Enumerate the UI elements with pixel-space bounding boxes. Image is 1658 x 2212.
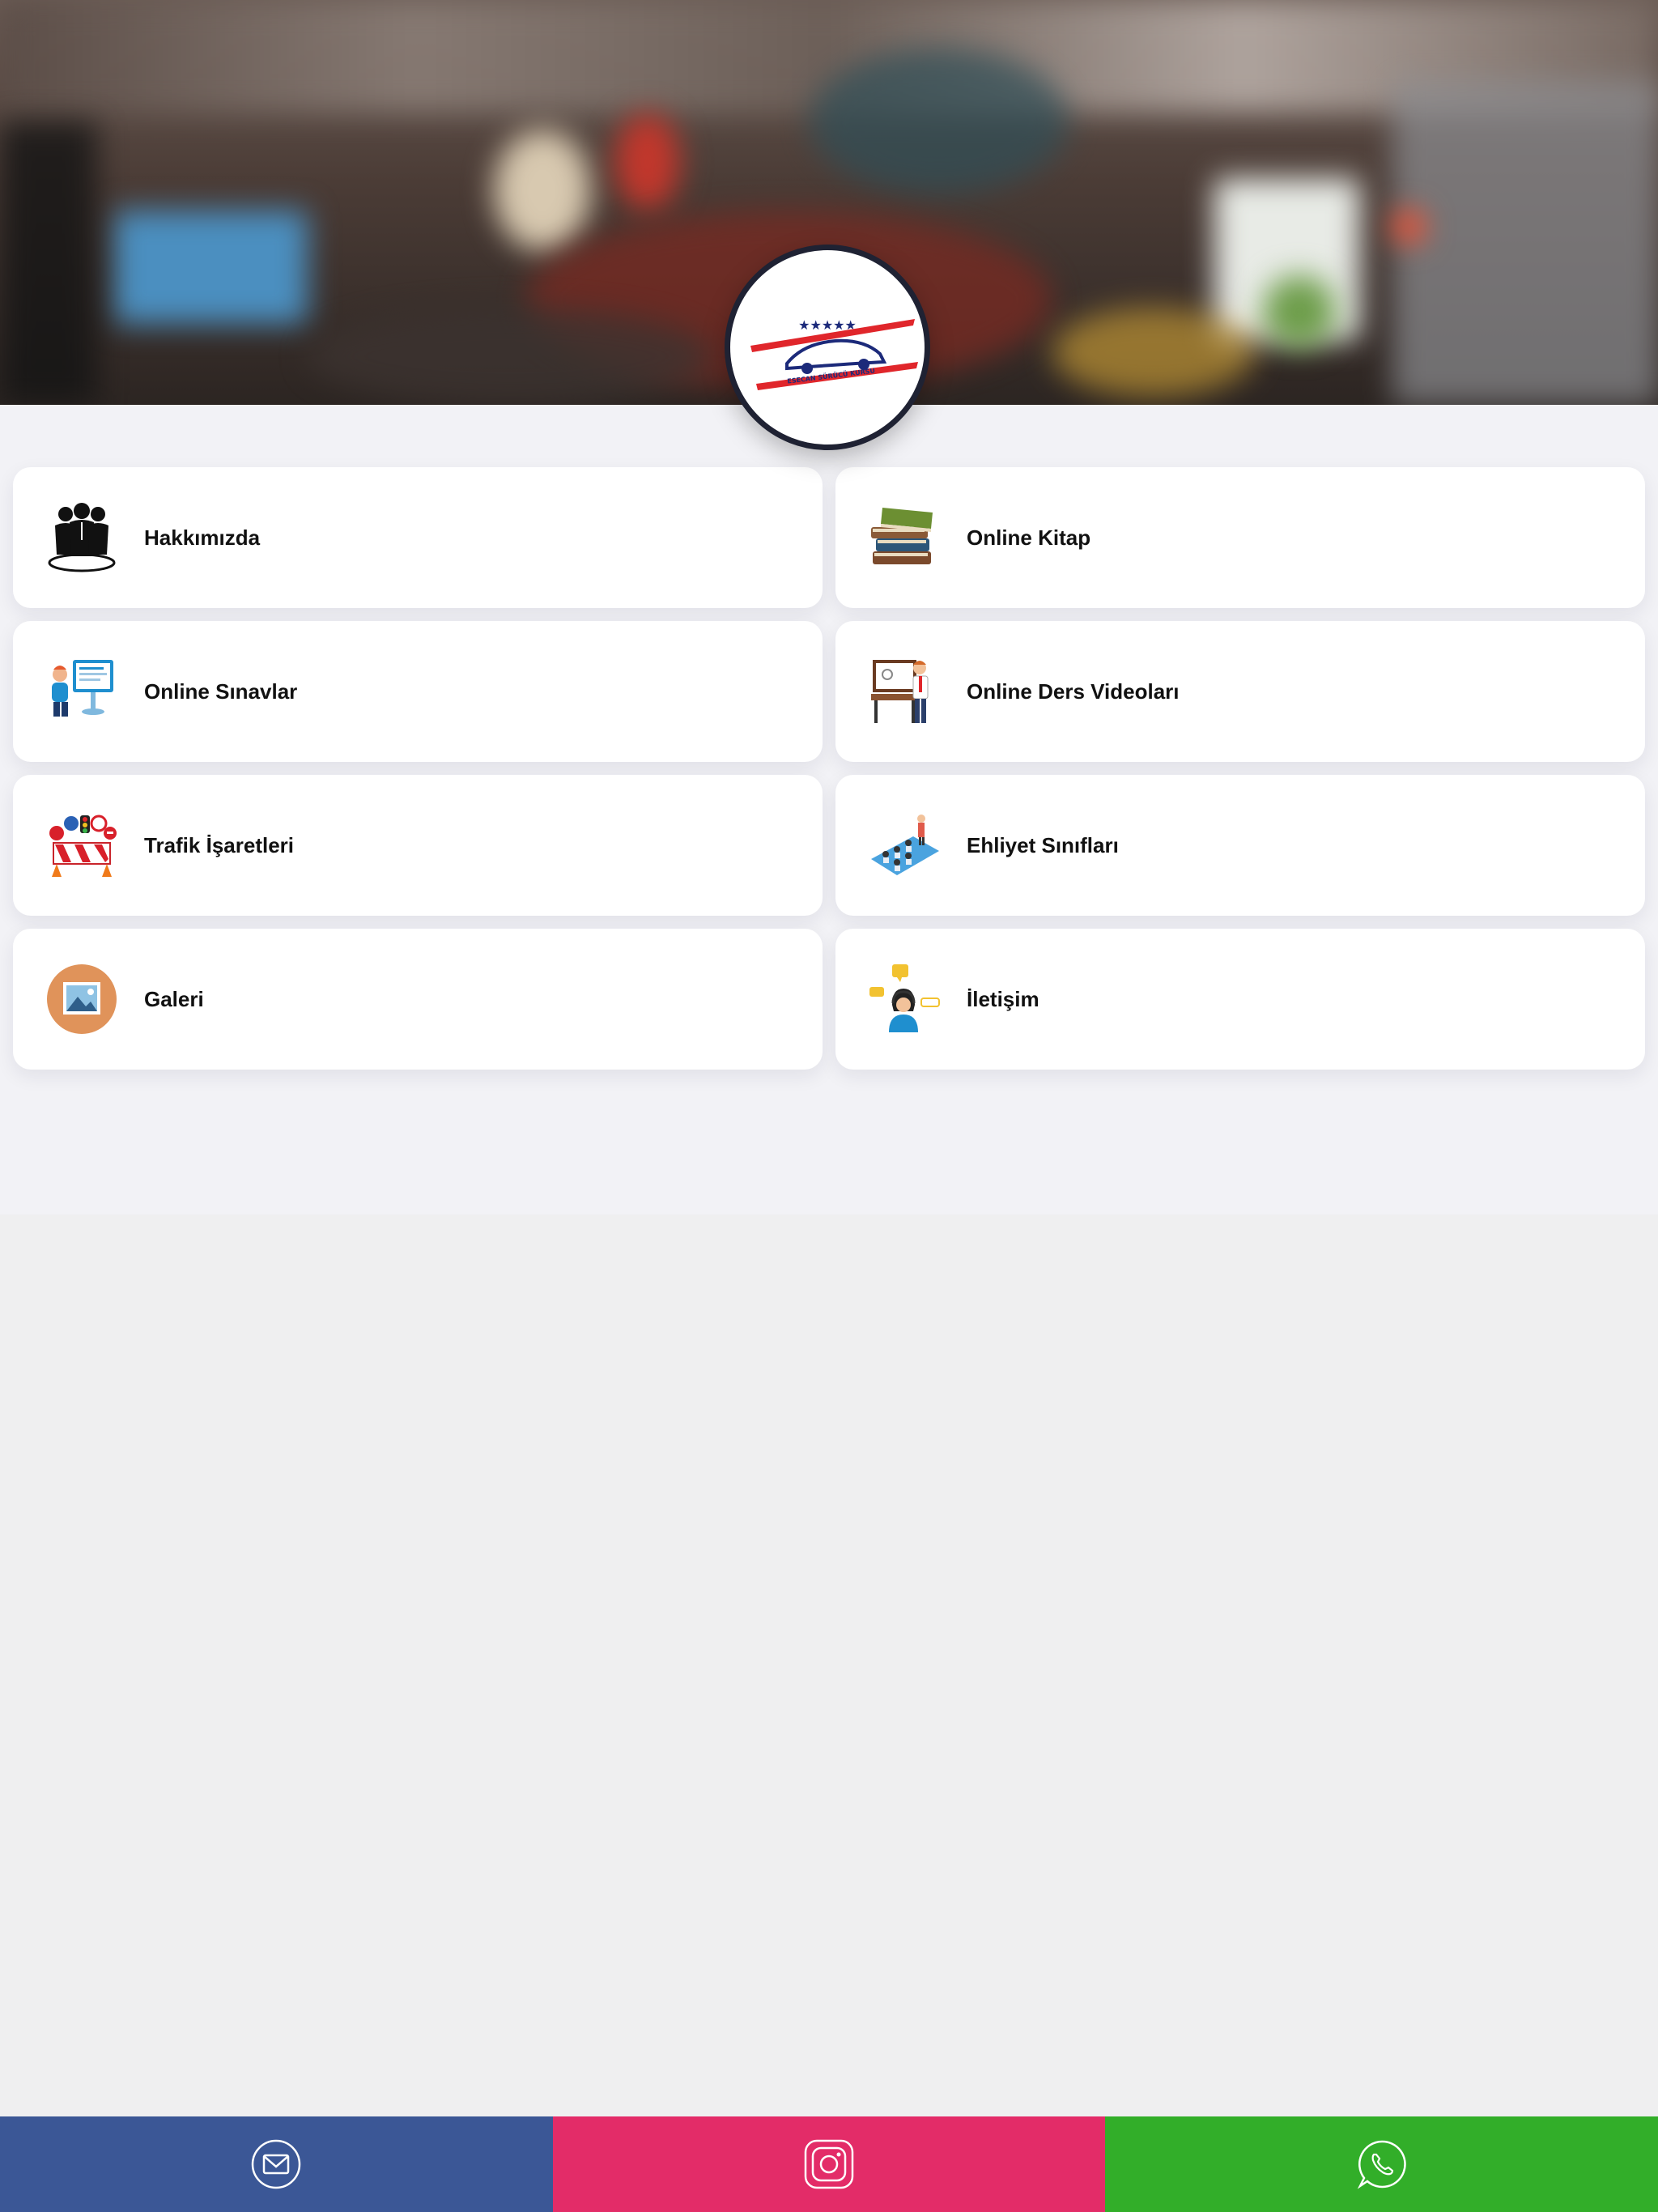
- bottom-contact-bar: [0, 2116, 1658, 2212]
- menu-card-galeri[interactable]: Galeri: [13, 929, 823, 1070]
- classroom-icon: [868, 809, 941, 882]
- menu-card-label: Ehliyet Sınıfları: [967, 832, 1119, 857]
- menu-card-trafik-isaretleri[interactable]: Trafik İşaretleri: [13, 775, 823, 916]
- menu-card-label: İletişim: [967, 986, 1039, 1011]
- brand-logo[interactable]: ★★★★★ ESECAN SÜRÜCÜ KURSU: [725, 245, 930, 450]
- menu-card-label: Trafik İşaretleri: [144, 832, 294, 857]
- menu-card-label: Online Kitap: [967, 525, 1091, 550]
- whatsapp-button[interactable]: [1105, 2116, 1658, 2212]
- mail-button[interactable]: [0, 2116, 553, 2212]
- menu-card-online-kitap[interactable]: Online Kitap: [835, 467, 1645, 608]
- instagram-button[interactable]: [552, 2116, 1106, 2212]
- menu-card-online-sinavlar[interactable]: Online Sınavlar: [13, 621, 823, 762]
- whatsapp-icon: [1357, 2140, 1406, 2189]
- menu-card-iletisim[interactable]: İletişim: [835, 929, 1645, 1070]
- menu-card-online-ders-videolari[interactable]: Online Ders Videoları: [835, 621, 1645, 762]
- instagram-icon: [804, 2139, 854, 2189]
- logo-image: ★★★★★ ESECAN SÜRÜCÜ KURSU: [750, 317, 918, 390]
- svg-text:ESECAN SÜRÜCÜ KURSU: ESECAN SÜRÜCÜ KURSU: [787, 366, 876, 385]
- menu-card-label: Hakkımızda: [144, 525, 261, 550]
- contact-support-icon: [868, 963, 941, 1036]
- business-people-icon: [45, 501, 118, 574]
- computer-exam-icon: [45, 655, 118, 728]
- menu-card-ehliyet-siniflari[interactable]: Ehliyet Sınıfları: [835, 775, 1645, 916]
- image-gallery-icon: [45, 963, 118, 1036]
- menu-card-label: Online Sınavlar: [144, 678, 298, 704]
- menu-card-label: Galeri: [144, 986, 204, 1011]
- teacher-whiteboard-icon: [868, 655, 941, 728]
- menu-card-label: Online Ders Videoları: [967, 678, 1180, 704]
- menu-card-hakkimizda[interactable]: Hakkımızda: [13, 467, 823, 608]
- books-stack-icon: [868, 501, 941, 574]
- envelope-icon: [252, 2139, 301, 2189]
- menu-grid: Hakkımızda Online Kitap Online Sınavlar …: [13, 467, 1645, 1070]
- traffic-signs-icon: [45, 809, 118, 882]
